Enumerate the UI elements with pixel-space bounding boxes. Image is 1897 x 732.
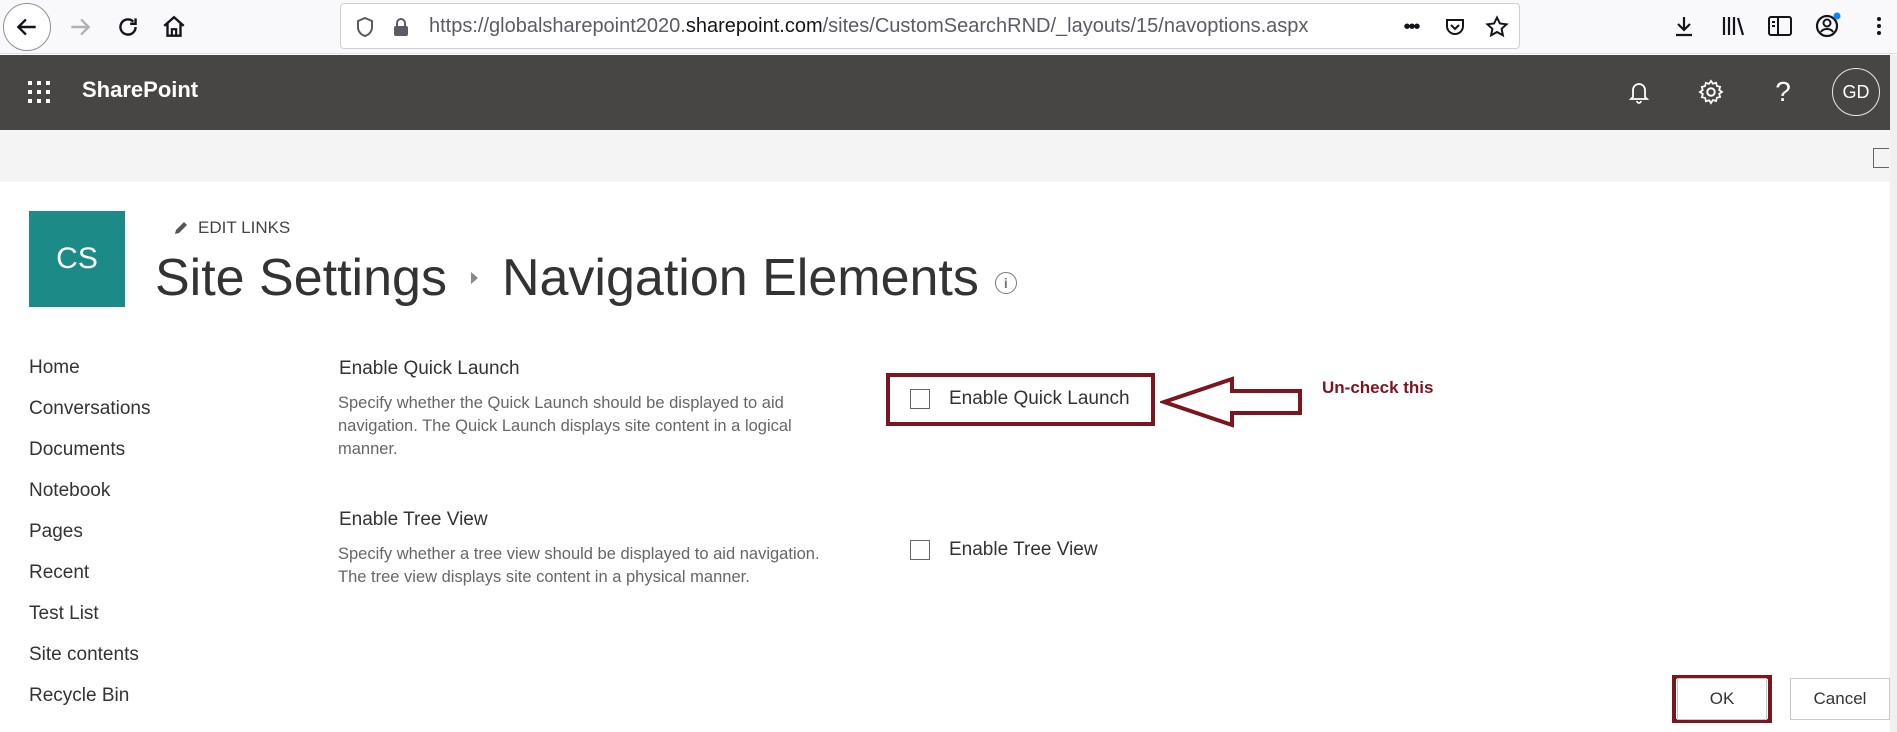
enable-tree-view-label[interactable]: Enable Tree View (949, 539, 1098, 561)
ribbon-bar (0, 130, 1890, 182)
avatar[interactable]: GD (1832, 68, 1880, 116)
address-bar[interactable]: https://globalsharepoint2020.sharepoint.… (340, 3, 1520, 49)
nav-item-documents[interactable]: Documents (29, 438, 259, 479)
nav-item-test-list[interactable]: Test List (29, 602, 259, 643)
url-prefix: https://globalsharepoint2020. (429, 15, 686, 37)
ok-button[interactable]: OK (1677, 678, 1767, 720)
url-host: sharepoint.com (685, 15, 823, 37)
tree-view-section-description: Specify whether a tree view should be di… (338, 545, 820, 586)
help-icon[interactable]: ? (1760, 69, 1806, 115)
download-icon[interactable] (1662, 3, 1706, 49)
arrow-left-icon (16, 18, 36, 36)
page-title: Site Settings Navigation Elements i (155, 248, 1017, 308)
url-text[interactable]: https://globalsharepoint2020.sharepoint.… (429, 15, 1308, 38)
account-icon[interactable] (1806, 3, 1850, 49)
quick-launch-nav: Home Conversations Documents Notebook Pa… (29, 356, 259, 725)
quick-launch-highlight-box (886, 373, 1155, 426)
nav-item-recent[interactable]: Recent (29, 561, 259, 602)
edit-links-button[interactable]: EDIT LINKS (172, 218, 290, 238)
forward-button[interactable] (56, 3, 104, 51)
shield-icon[interactable] (347, 4, 383, 50)
reload-icon (119, 18, 137, 36)
lock-icon[interactable] (383, 4, 419, 50)
bookmark-star-icon[interactable] (1479, 4, 1515, 50)
menu-icon[interactable] (1864, 3, 1894, 49)
enable-tree-view-checkbox[interactable] (910, 540, 930, 560)
sharepoint-brand[interactable]: SharePoint (82, 77, 198, 103)
home-button[interactable] (150, 3, 198, 51)
arrow-right-icon (71, 18, 91, 36)
annotation-label: Un-check this (1322, 378, 1434, 397)
edit-links-label: EDIT LINKS (198, 218, 291, 237)
nav-item-recycle-bin[interactable]: Recycle Bin (29, 684, 259, 725)
reload-button[interactable] (104, 3, 152, 51)
app-launcher-icon[interactable] (14, 67, 64, 117)
pocket-icon[interactable] (1437, 4, 1473, 50)
nav-item-site-contents[interactable]: Site contents (29, 643, 259, 684)
page-scrollbar[interactable] (1890, 55, 1897, 732)
focus-mode-icon[interactable] (1873, 148, 1889, 168)
breadcrumb-separator-icon (470, 272, 478, 284)
enable-tree-view-option[interactable]: Enable Tree View (910, 539, 1098, 561)
nav-item-pages[interactable]: Pages (29, 520, 259, 561)
info-icon[interactable]: i (994, 272, 1017, 294)
browser-toolbar: https://globalsharepoint2020.sharepoint.… (0, 0, 1897, 54)
sidebar-icon[interactable] (1758, 3, 1802, 49)
nav-item-notebook[interactable]: Notebook (29, 479, 259, 520)
quick-launch-section-description: Specify whether the Quick Launch should … (338, 394, 792, 458)
home-icon (163, 15, 185, 37)
pointer-arrow-icon (1160, 376, 1302, 428)
suite-bar: SharePoint ? GD (0, 55, 1890, 130)
library-icon[interactable] (1712, 3, 1756, 49)
nav-item-home[interactable]: Home (29, 356, 259, 397)
quick-launch-section-title: Enable Quick Launch (339, 358, 520, 379)
cancel-button[interactable]: Cancel (1790, 678, 1890, 720)
nav-item-conversations[interactable]: Conversations (29, 397, 259, 438)
notifications-bell-icon[interactable] (1616, 69, 1662, 115)
breadcrumb-site-settings[interactable]: Site Settings (155, 248, 447, 308)
page-actions-icon[interactable]: ••• (1393, 4, 1429, 50)
url-path: /sites/CustomSearchRND/_layouts/15/navop… (822, 15, 1309, 37)
page-title-text: Navigation Elements (501, 249, 979, 307)
back-button[interactable] (3, 3, 51, 51)
site-logo[interactable]: CS (29, 211, 125, 307)
pencil-icon (175, 222, 187, 234)
tree-view-section-title: Enable Tree View (339, 509, 488, 530)
settings-gear-icon[interactable] (1688, 69, 1734, 115)
